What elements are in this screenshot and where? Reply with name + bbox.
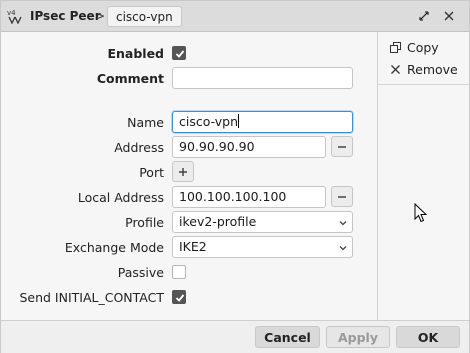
close-window-icon[interactable] (441, 8, 457, 24)
title-bar: v4 IPsec Peer > cisco-vpn (1, 1, 469, 32)
restore-window-icon[interactable] (416, 8, 432, 24)
exchange-mode-label: Exchange Mode (64, 240, 164, 255)
chevron-down-icon (339, 246, 347, 251)
profile-select[interactable]: ikev2-profile (172, 211, 353, 233)
local-address-field[interactable]: 100.100.100.100 (172, 186, 326, 208)
window-title: IPsec Peer (30, 9, 101, 23)
profile-label: Profile (125, 215, 164, 230)
enabled-label: Enabled (107, 46, 164, 61)
name-value: cisco-vpn (179, 114, 239, 129)
ok-button[interactable]: OK (396, 326, 460, 348)
breadcrumb-separator: > (95, 9, 106, 23)
send-initial-contact-label: Send INITIAL_CONTACT (19, 290, 164, 305)
peer-form: Enabled Comment Name cisco-vpn Address 9… (1, 32, 377, 320)
comment-label: Comment (96, 71, 164, 86)
address-label: Address (114, 140, 164, 155)
dialog-footer: Cancel Apply OK (1, 320, 469, 353)
remove-address-button[interactable] (331, 136, 353, 157)
enabled-checkbox[interactable] (172, 46, 186, 60)
copy-label: Copy (407, 39, 439, 55)
cancel-button[interactable]: Cancel (255, 326, 320, 348)
profile-value: ikev2-profile (179, 214, 257, 229)
remove-icon (391, 64, 400, 74)
passive-checkbox[interactable] (172, 265, 186, 279)
copy-icon (390, 41, 401, 53)
breadcrumb-current: cisco-vpn (107, 6, 182, 27)
ipsec-app-icon: v4 (7, 8, 23, 25)
svg-text:v4: v4 (7, 9, 16, 17)
side-actions-panel: Copy Remove (377, 32, 470, 320)
exchange-mode-value: IKE2 (179, 239, 207, 254)
copy-button[interactable]: Copy (390, 38, 439, 56)
remove-button[interactable]: Remove (390, 60, 458, 78)
chevron-down-icon (339, 221, 347, 226)
mouse-pointer-icon (414, 203, 428, 223)
remove-local-address-button[interactable] (331, 186, 353, 207)
apply-button[interactable]: Apply (326, 326, 390, 348)
name-field[interactable]: cisco-vpn (172, 111, 353, 133)
text-caret (238, 114, 240, 128)
passive-label: Passive (117, 265, 164, 280)
exchange-mode-select[interactable]: IKE2 (172, 236, 353, 258)
send-initial-contact-checkbox[interactable] (172, 290, 186, 304)
comment-field[interactable] (172, 67, 353, 89)
remove-label: Remove (407, 61, 458, 77)
add-port-button[interactable] (172, 161, 194, 182)
name-label: Name (127, 115, 164, 130)
port-label: Port (139, 165, 164, 180)
local-address-label: Local Address (77, 190, 164, 205)
ipsec-peer-dialog: v4 IPsec Peer > cisco-vpn Enabled Commen… (0, 0, 470, 353)
address-field[interactable]: 90.90.90.90 (172, 136, 326, 158)
side-divider (378, 84, 470, 85)
